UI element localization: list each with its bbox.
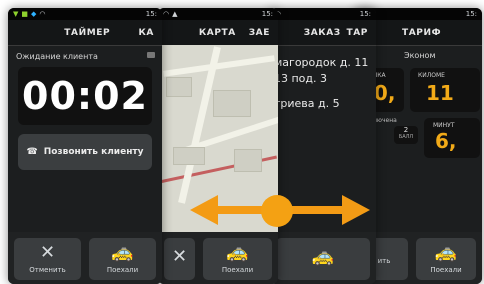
tab-timer[interactable]: ТАЙМЕР: [64, 28, 110, 38]
timer-value: 00:02: [18, 67, 152, 125]
timer-tabbar: ТАЙМЕР КА: [8, 20, 162, 46]
order-screen: ◠ 15: ЗАКАЗ ТАР магородок д. 11 13 под. …: [270, 8, 376, 284]
tab-order[interactable]: ЗАКАЗ: [304, 28, 341, 38]
taxi-icon: 🚕: [311, 246, 335, 267]
tab-tariff[interactable]: ТАРИФ: [402, 28, 441, 38]
go-button[interactable]: 🚕 Поехали: [89, 238, 156, 280]
time-text: 15:: [261, 10, 273, 18]
tab-next[interactable]: ЗАЕ: [249, 28, 270, 38]
km-value: 11: [426, 81, 454, 105]
map-actions: ✕ 🚕 Поехали: [158, 232, 278, 284]
tariff-name: Эконом: [404, 51, 436, 60]
go-label: Поехали: [106, 266, 139, 274]
close-icon: ✕: [171, 246, 188, 267]
tab-next[interactable]: КА: [138, 28, 154, 38]
swipe-arrow: [190, 185, 370, 235]
swipe-left-arrow-icon: [190, 195, 218, 225]
cancel-button[interactable]: ✕: [164, 238, 196, 280]
timer-screen: ▼ ■ ◆ ◠ 15: ТАЙМЕР КА Ожидание клиента 0…: [8, 8, 162, 284]
minutes-label: МИНУТ: [433, 122, 455, 129]
status-bar: ▼ ■ ◆ ◠ 15:: [8, 8, 162, 20]
close-icon: ✕: [39, 242, 56, 263]
km-label: КИЛОМЕ: [418, 72, 445, 79]
taxi-icon: 🚕: [111, 242, 134, 263]
extra-unit: БАЛЛ: [398, 134, 414, 140]
call-client-label: Позвонить клиенту: [43, 147, 144, 157]
swipe-right-arrow-icon: [342, 195, 370, 225]
taxi-icon: 🚕: [226, 242, 249, 263]
km-card: КИЛОМЕ 11: [410, 68, 480, 112]
map-tabbar: КАРТА ЗАЕ: [158, 20, 278, 46]
minutes-value: 6,: [435, 129, 457, 153]
taxi-icon: 🚕: [434, 242, 458, 263]
go-button[interactable]: 🚕 Поехали: [416, 238, 476, 280]
status-bar: ◠ 15:: [270, 8, 376, 20]
time-text: 15:: [359, 10, 371, 18]
call-client-button[interactable]: ☎ Позвонить клиенту: [18, 134, 152, 170]
swipe-handle[interactable]: [261, 195, 293, 227]
map-screen: ◠ ▲ 15: КАРТА ЗАЕ ✕ 🚕 Поехали: [158, 8, 278, 284]
cancel-label: Отменить: [29, 266, 66, 274]
go-button[interactable]: 🚕 Поехали: [203, 238, 272, 280]
minutes-card: МИНУТ 6,: [424, 118, 480, 158]
time-text: 15:: [465, 10, 477, 18]
go-label: Поехали: [430, 266, 462, 274]
battery-icon: ■: [21, 10, 29, 18]
address-line-2: 13 под. 3: [274, 72, 328, 85]
tab-next[interactable]: ТАР: [346, 28, 368, 38]
order-actions: 🚕: [270, 232, 376, 284]
wifi-icon: ◠: [39, 10, 46, 18]
order-details: магородок д. 11 13 под. 3 триева д. 5: [274, 55, 368, 112]
address-line-1: магородок д. 11: [274, 56, 369, 69]
phone-icon: ☎: [26, 147, 38, 157]
go-label: Поехали: [221, 266, 254, 274]
extra-value-box: 2 БАЛЛ: [394, 126, 418, 144]
time-text: 15:: [145, 10, 157, 18]
order-tabbar: ЗАКАЗ ТАР: [270, 20, 376, 46]
status-bar: ◠ ▲ 15:: [158, 8, 278, 20]
timer-actions: ✕ Отменить 🚕 Поехали: [8, 232, 162, 284]
wifi-icon: ◠: [163, 10, 170, 18]
signal-icon: ▼: [13, 10, 19, 18]
address-line-3: триева д. 5: [274, 97, 340, 110]
signal-icon: ▲: [172, 10, 178, 18]
go-button[interactable]: 🚕: [276, 238, 370, 280]
cancel-button[interactable]: ✕ Отменить: [14, 238, 81, 280]
cancel-label: ить: [377, 257, 391, 265]
extra-value: 2: [403, 126, 409, 134]
battery-status-icon: [147, 52, 155, 58]
waiting-label: Ожидание клиента: [16, 52, 98, 61]
tab-map[interactable]: КАРТА: [199, 28, 236, 38]
bluetooth-icon: ◆: [31, 10, 37, 18]
